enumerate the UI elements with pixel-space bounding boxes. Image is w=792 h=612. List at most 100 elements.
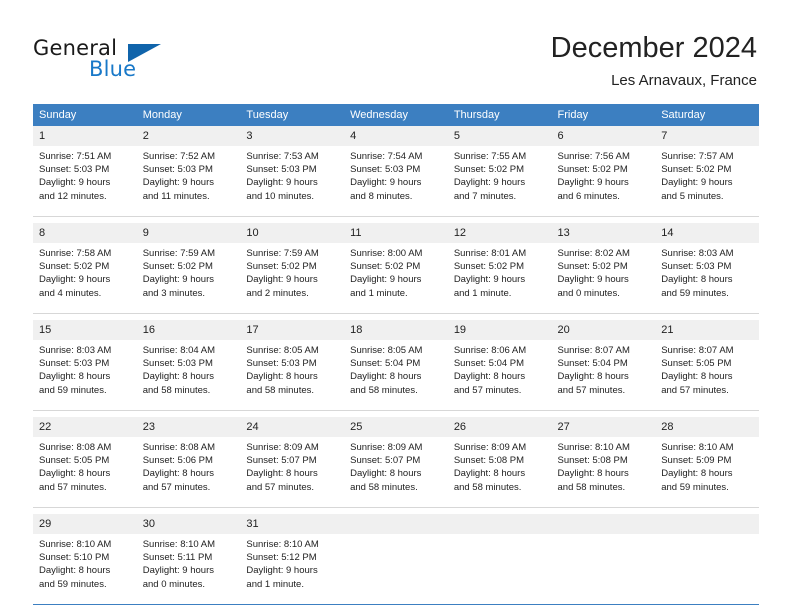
daylight-duration-line2: and 0 minutes. — [142, 578, 206, 590]
day-number: 18 — [344, 320, 448, 340]
sunset-time: Sunset: 5:03 PM — [246, 358, 317, 370]
daylight-duration-line1: Daylight: 8 hours — [661, 468, 733, 480]
calendar-day-cell[interactable]: 7 Sunrise: 7:57 AM Sunset: 5:02 PM Daylight… — [655, 126, 759, 217]
sunset-time: Sunset: 5:06 PM — [142, 455, 213, 467]
sunset-time: Sunset: 5:05 PM — [661, 358, 732, 370]
day-number: 10 — [240, 223, 345, 243]
calendar-day-cell[interactable]: 29 Sunrise: 8:10 AM Sunset: 5:10 PM Dayligh… — [33, 514, 137, 604]
daylight-duration-line2: and 58 minutes. — [557, 481, 626, 493]
day-number: 8 — [33, 223, 137, 243]
day-details: Sunrise: 7:54 AM Sunset: 5:03 PM Daylight:… — [344, 146, 448, 203]
sunrise-time: Sunrise: 8:10 AM — [142, 539, 216, 550]
daylight-duration-line1: Daylight: 9 hours — [557, 177, 629, 189]
calendar-week-row: 22 Sunrise: 8:08 AM Sunset: 5:05 PM Dayligh… — [33, 417, 759, 508]
calendar-day-cell[interactable]: 16 Sunrise: 8:04 AM Sunset: 5:03 PM Dayligh… — [136, 320, 241, 411]
calendar-day-cell[interactable]: 25 Sunrise: 8:09 AM Sunset: 5:07 PM Dayligh… — [344, 417, 448, 508]
calendar-day-cell[interactable]: 4 Sunrise: 7:54 AM Sunset: 5:03 PM Daylight… — [344, 126, 448, 217]
sunrise-time: Sunrise: 7:54 AM — [350, 151, 423, 162]
calendar-day-cell[interactable]: 20 Sunrise: 8:07 AM Sunset: 5:04 PM Dayligh… — [551, 320, 656, 411]
day-cell-inner — [344, 514, 448, 604]
daylight-duration-line2: and 12 minutes. — [39, 190, 107, 202]
day-number: 25 — [344, 417, 448, 437]
daylight-duration-line1: Daylight: 9 hours — [246, 565, 318, 577]
day-number: 24 — [240, 417, 345, 437]
calendar-day-cell[interactable]: 23 Sunrise: 8:08 AM Sunset: 5:06 PM Dayligh… — [136, 417, 241, 508]
calendar-day-cell[interactable]: 6 Sunrise: 7:56 AM Sunset: 5:02 PM Daylight… — [551, 126, 656, 217]
daylight-duration-line2: and 59 minutes. — [661, 287, 729, 299]
day-cell-inner: 15 Sunrise: 8:03 AM Sunset: 5:03 PM Dayligh… — [33, 320, 137, 410]
calendar-day-cell[interactable]: 21 Sunrise: 8:07 AM Sunset: 5:05 PM Dayligh… — [655, 320, 759, 411]
sunset-time: Sunset: 5:04 PM — [350, 358, 421, 370]
calendar-day-cell[interactable]: 1 Sunrise: 7:51 AM Sunset: 5:03 PM Daylight… — [33, 126, 137, 217]
day-details: Sunrise: 8:10 AM Sunset: 5:11 PM Daylight:… — [137, 534, 241, 591]
daylight-duration-line1: Daylight: 8 hours — [39, 468, 111, 480]
daylight-duration-line1: Daylight: 9 hours — [39, 177, 111, 189]
calendar-day-cell[interactable]: 22 Sunrise: 8:08 AM Sunset: 5:05 PM Dayligh… — [33, 417, 137, 508]
daylight-duration-line1: Daylight: 8 hours — [661, 274, 733, 286]
day-details: Sunrise: 8:04 AM Sunset: 5:03 PM Daylight:… — [137, 340, 241, 397]
calendar-day-cell[interactable]: 9 Sunrise: 7:59 AM Sunset: 5:02 PM Daylight… — [136, 223, 241, 314]
daylight-duration-line2: and 2 minutes. — [246, 287, 309, 299]
day-number: 14 — [655, 223, 759, 243]
daylight-duration-line2: and 6 minutes. — [557, 190, 620, 202]
day-number: 2 — [136, 126, 241, 146]
calendar-day-cell[interactable]: 28 Sunrise: 8:10 AM Sunset: 5:09 PM Dayligh… — [655, 417, 759, 508]
calendar-page: General Blue December 2024 Les Arnavaux,… — [0, 0, 792, 612]
calendar-day-cell[interactable]: 26 Sunrise: 8:09 AM Sunset: 5:08 PM Dayligh… — [447, 417, 552, 508]
sunset-time: Sunset: 5:04 PM — [453, 358, 525, 370]
sunrise-time: Sunrise: 7:58 AM — [39, 248, 112, 259]
day-number: 11 — [344, 223, 448, 243]
daylight-duration-line1: Daylight: 8 hours — [350, 468, 422, 480]
sunrise-time: Sunrise: 8:07 AM — [557, 345, 630, 356]
calendar-day-cell[interactable]: 31 Sunrise: 8:10 AM Sunset: 5:12 PM Dayligh… — [240, 514, 345, 604]
calendar-day-cell[interactable]: 24 Sunrise: 8:09 AM Sunset: 5:07 PM Dayligh… — [240, 417, 345, 508]
sunrise-time: Sunrise: 7:56 AM — [557, 151, 630, 162]
daylight-duration-line2: and 1 minute. — [246, 578, 304, 590]
general-blue-logo[interactable]: General Blue — [33, 36, 213, 88]
calendar-day-cell[interactable]: 17 Sunrise: 8:05 AM Sunset: 5:03 PM Dayligh… — [240, 320, 345, 411]
calendar-day-cell[interactable]: 2 Sunrise: 7:52 AM Sunset: 5:03 PM Daylight… — [136, 126, 241, 217]
sunrise-time: Sunrise: 8:04 AM — [142, 345, 216, 356]
calendar-day-cell[interactable]: 12 Sunrise: 8:01 AM Sunset: 5:02 PM Dayligh… — [447, 223, 552, 314]
calendar-day-cell[interactable]: 18 Sunrise: 8:05 AM Sunset: 5:04 PM Dayligh… — [344, 320, 448, 411]
sunrise-time: Sunrise: 8:08 AM — [142, 442, 216, 453]
calendar-day-cell[interactable]: 11 Sunrise: 8:00 AM Sunset: 5:02 PM Dayligh… — [344, 223, 448, 314]
day-details: Sunrise: 8:08 AM Sunset: 5:06 PM Daylight:… — [137, 437, 241, 494]
sunset-time: Sunset: 5:02 PM — [453, 261, 525, 273]
day-cell-inner: 18 Sunrise: 8:05 AM Sunset: 5:04 PM Dayligh… — [344, 320, 448, 410]
calendar-day-cell[interactable]: 10 Sunrise: 7:59 AM Sunset: 5:02 PM Dayligh… — [240, 223, 345, 314]
title-block: December 2024 Les Arnavaux, France — [551, 30, 757, 92]
sunrise-time: Sunrise: 8:05 AM — [246, 345, 319, 356]
logo-text-blue: Blue — [89, 57, 137, 81]
calendar-day-cell[interactable]: 13 Sunrise: 8:02 AM Sunset: 5:02 PM Dayligh… — [551, 223, 656, 314]
day-cell-inner: 17 Sunrise: 8:05 AM Sunset: 5:03 PM Dayligh… — [240, 320, 345, 410]
calendar-day-cell[interactable]: 19 Sunrise: 8:06 AM Sunset: 5:04 PM Dayligh… — [447, 320, 552, 411]
day-details: Sunrise: 8:10 AM Sunset: 5:09 PM Daylight:… — [655, 437, 759, 494]
day-details: Sunrise: 8:02 AM Sunset: 5:02 PM Daylight:… — [552, 243, 656, 300]
daylight-duration-line1: Daylight: 8 hours — [557, 371, 629, 383]
sunrise-time: Sunrise: 8:10 AM — [246, 539, 319, 550]
calendar-day-cell[interactable]: 30 Sunrise: 8:10 AM Sunset: 5:11 PM Dayligh… — [136, 514, 241, 604]
daylight-duration-line2: and 58 minutes. — [350, 384, 418, 396]
daylight-duration-line2: and 58 minutes. — [142, 384, 211, 396]
day-number: 22 — [33, 417, 137, 437]
calendar-day-cell[interactable]: 3 Sunrise: 7:53 AM Sunset: 5:03 PM Daylight… — [240, 126, 345, 217]
calendar-day-cell[interactable]: 15 Sunrise: 8:03 AM Sunset: 5:03 PM Dayligh… — [33, 320, 137, 411]
daylight-duration-line2: and 11 minutes. — [142, 190, 210, 202]
daylight-duration-line2: and 1 minute. — [350, 287, 408, 299]
daylight-duration-line1: Daylight: 8 hours — [453, 371, 526, 383]
calendar-day-cell[interactable]: 5 Sunrise: 7:55 AM Sunset: 5:02 PM Daylight… — [447, 126, 552, 217]
day-number: 20 — [551, 320, 656, 340]
sunset-time: Sunset: 5:11 PM — [142, 552, 213, 564]
calendar-day-cell[interactable]: 14 Sunrise: 8:03 AM Sunset: 5:03 PM Dayligh… — [655, 223, 759, 314]
calendar-day-cell[interactable]: 27 Sunrise: 8:10 AM Sunset: 5:08 PM Dayligh… — [551, 417, 656, 508]
daylight-duration-line1: Daylight: 8 hours — [142, 371, 214, 383]
daylight-duration-line1: Daylight: 9 hours — [661, 177, 733, 189]
sunset-time: Sunset: 5:03 PM — [661, 261, 732, 273]
day-details: Sunrise: 8:07 AM Sunset: 5:05 PM Daylight:… — [655, 340, 759, 397]
daylight-duration-line2: and 57 minutes. — [142, 481, 211, 493]
sunset-time: Sunset: 5:12 PM — [246, 552, 317, 564]
calendar-day-cell[interactable]: 8 Sunrise: 7:58 AM Sunset: 5:02 PM Daylight… — [33, 223, 137, 314]
sunrise-time: Sunrise: 8:10 AM — [39, 539, 112, 550]
day-number: 13 — [551, 223, 656, 243]
